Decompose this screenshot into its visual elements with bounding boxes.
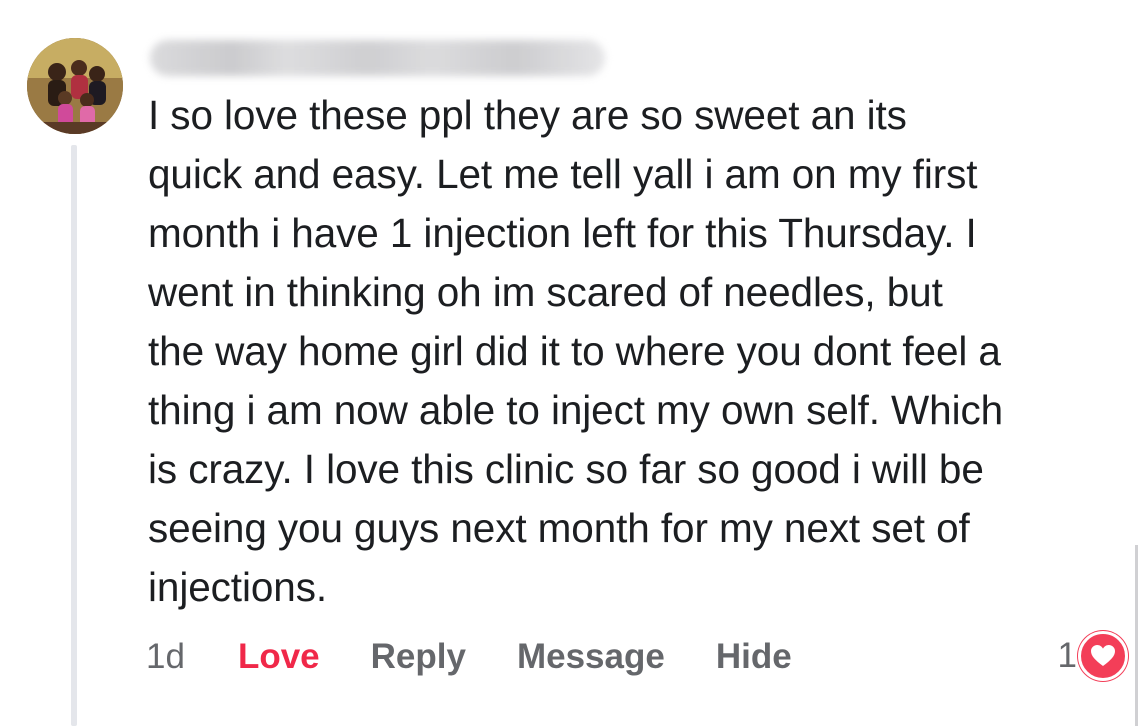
comment-line: quick and easy. Let me tell yall i am on… [148, 151, 978, 197]
reaction-count: 1 [1057, 636, 1077, 675]
comment-line: went in thinking oh im scared of needles… [148, 269, 943, 315]
comment-line: injections. [148, 564, 327, 610]
love-button[interactable]: Love [238, 637, 320, 677]
comment-line: month i have 1 injection left for this T… [148, 210, 977, 256]
author-name-redacted[interactable] [150, 40, 605, 76]
thread-line [71, 145, 77, 726]
avatar-photo-icon [27, 38, 123, 134]
reply-button[interactable]: Reply [371, 637, 466, 677]
comment-line: I so love these ppl they are so sweet an… [148, 92, 907, 138]
comment-actions: 1d Love Reply Message Hide [146, 632, 843, 682]
hide-button[interactable]: Hide [716, 637, 792, 677]
love-heart-icon [1078, 631, 1128, 681]
comment-body: I so love these ppl they are so sweet an… [148, 86, 1123, 617]
comment-line: seeing you guys next month for my next s… [148, 505, 970, 551]
comment-line: thing i am now able to inject my own sel… [148, 387, 1004, 433]
reaction-summary[interactable]: 1 [1058, 630, 1128, 682]
message-button[interactable]: Message [517, 637, 665, 677]
comment-line: the way home girl did it to where you do… [148, 328, 1001, 374]
comment-line: is crazy. I love this clinic so far so g… [148, 446, 984, 492]
avatar[interactable] [27, 38, 123, 134]
comment-timestamp[interactable]: 1d [146, 637, 185, 677]
